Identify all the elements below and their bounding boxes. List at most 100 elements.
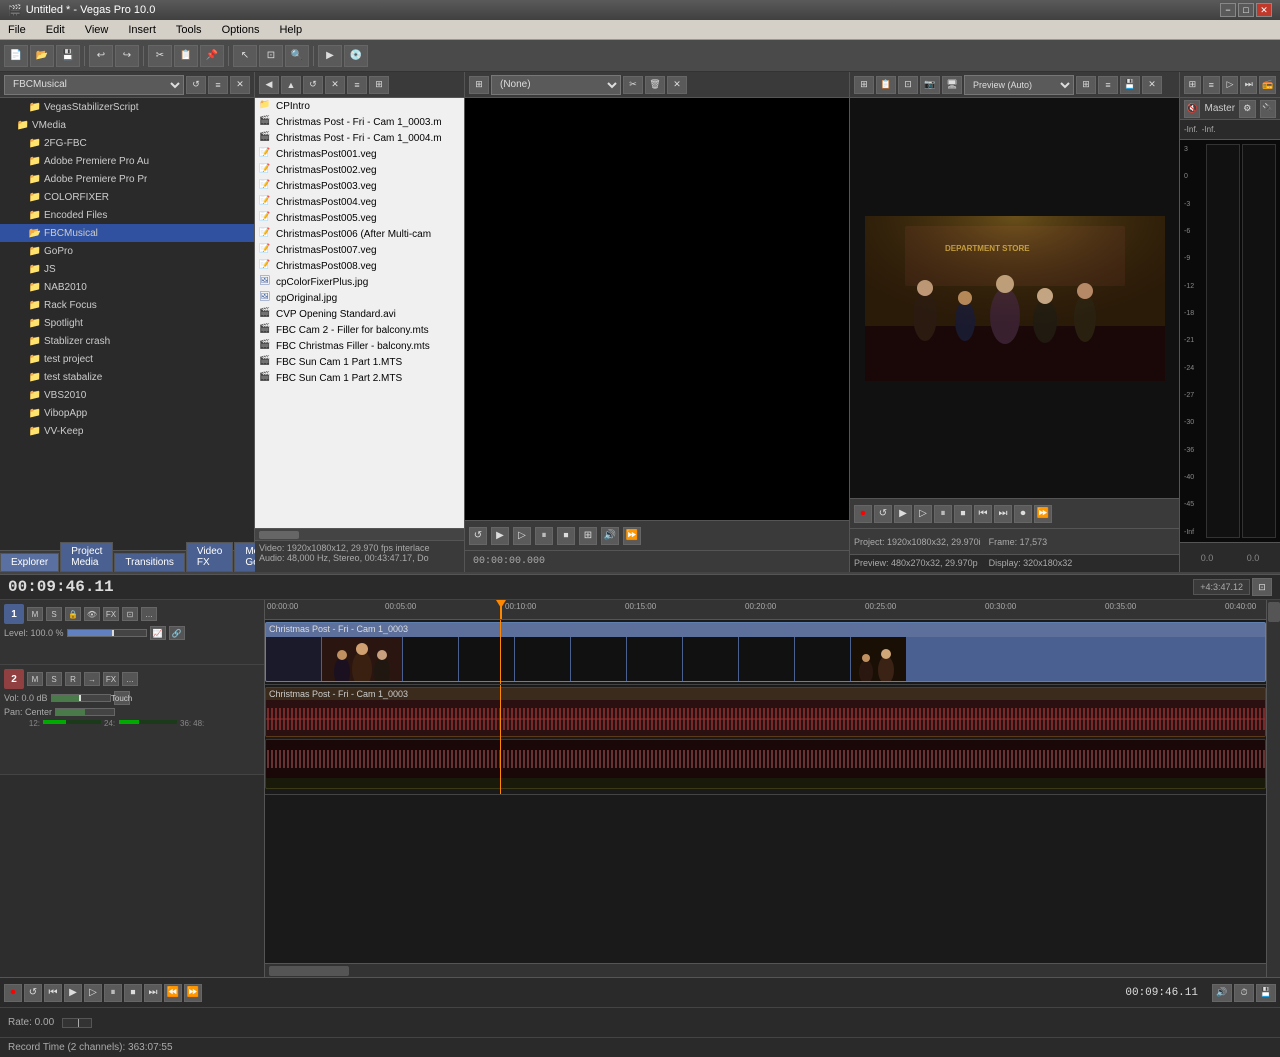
track2-pan-slider[interactable] [55,708,115,716]
explorer-dropdown[interactable]: FBCMusical [4,75,184,95]
tree-item-testproject[interactable]: 📁 test project [0,350,254,368]
toolbar-paste[interactable]: 📌 [200,45,224,67]
transport-play2-btn[interactable]: ▷ [84,984,102,1002]
file-item-cpintro[interactable]: 📁 CPIntro [255,98,464,114]
prev2-play2-btn[interactable]: ▷ [914,505,932,523]
prev1-play2-btn[interactable]: ▷ [513,527,531,545]
file-scrollbar-h[interactable] [255,528,464,540]
rate-slider[interactable] [62,1018,92,1028]
tab-explorer[interactable]: Explorer [0,553,59,572]
track2-fx[interactable]: FX [103,672,119,686]
prev2-stop-btn[interactable]: ⏹ [954,505,972,523]
track1-hide[interactable]: 👁 [84,607,100,621]
toolbar-zoom[interactable]: 🔍 [285,45,309,67]
vu-btn1[interactable]: ⊞ [1184,76,1201,94]
preview2-monitor-btn[interactable]: 🖥 [942,76,962,94]
file-item-cam3[interactable]: 🎬 Christmas Post - Fri - Cam 1_0003.m [255,114,464,130]
toolbar-undo[interactable]: ↩ [89,45,113,67]
preview2-copy-btn[interactable]: 📋 [876,76,896,94]
tree-item-vmedia[interactable]: 📁 VMedia [0,116,254,134]
file-item-veg8[interactable]: 📝 ChristmasPost008.veg [255,258,464,274]
file-item-mts1[interactable]: 🎬 FBC Cam 2 - Filler for balcony.mts [255,322,464,338]
file-view-btn[interactable]: ⊞ [369,76,389,94]
timeline-expand-btn[interactable]: ⊡ [1252,578,1272,596]
menu-edit[interactable]: Edit [42,22,69,38]
tab-transitions[interactable]: Transitions [114,553,185,572]
file-item-veg3[interactable]: 📝 ChristmasPost003.veg [255,178,464,194]
transport-next-btn[interactable]: ⏭ [144,984,162,1002]
track1-mute[interactable]: M [27,607,43,621]
track1-solo[interactable]: S [46,607,62,621]
file-close-btn[interactable]: ✕ [325,76,345,94]
preview2-snap-btn[interactable]: ⊞ [854,76,874,94]
toolbar-burn[interactable]: 💿 [344,45,368,67]
minimize-button[interactable]: − [1220,3,1236,17]
preview2-cam-btn[interactable]: 📷 [920,76,940,94]
tree-item-teststab[interactable]: 📁 test stabalize [0,368,254,386]
prev2-prev-btn[interactable]: ⏮ [974,505,992,523]
transport-speaker-btn[interactable]: 🔊 [1212,984,1232,1002]
vu-btn4[interactable]: ⏭ [1240,76,1257,94]
track2-solo[interactable]: S [46,672,62,686]
file-item-mts3[interactable]: 🎬 FBC Sun Cam 1 Part 1.MTS [255,354,464,370]
tree-item-2fg[interactable]: 📁 2FG-FBC [0,134,254,152]
track2-input[interactable]: → [84,672,100,686]
file-item-avi[interactable]: 🎬 CVP Opening Standard.avi [255,306,464,322]
toolbar-new[interactable]: 📄 [4,45,28,67]
tree-item-stablizer[interactable]: 📁 Stablizer crash [0,332,254,350]
prev1-pause-btn[interactable]: ⏸ [535,527,553,545]
timeline-scrollbar-h[interactable] [265,963,1266,977]
tree-item-vegasstab[interactable]: 📁 VegasStabilizerScript [0,98,254,116]
menu-tools[interactable]: Tools [172,22,206,38]
prev2-pause-btn[interactable]: ⏸ [934,505,952,523]
track1-env-btn[interactable]: 📈 [150,626,166,640]
prev1-grid-btn[interactable]: ⊞ [579,527,597,545]
preview1-btn2[interactable]: ✂ [623,76,643,94]
transport-pause-btn[interactable]: ⏸ [104,984,122,1002]
transport-prev-btn[interactable]: ⏮ [44,984,62,1002]
tree-item-rackfocus[interactable]: 📁 Rack Focus [0,296,254,314]
preview1-btn3[interactable]: 🗑 [645,76,665,94]
menu-view[interactable]: View [81,22,113,38]
tree-item-vibop[interactable]: 📁 VibopApp [0,404,254,422]
preview1-btn1[interactable]: ⊞ [469,76,489,94]
prev2-jog-btn[interactable]: ⏺ [1014,505,1032,523]
prev2-ff-btn[interactable]: ⏩ [1034,505,1052,523]
preview2-ext-btn[interactable]: ⊡ [898,76,918,94]
prev2-next-btn[interactable]: ⏭ [994,505,1012,523]
file-back-btn[interactable]: ◀ [259,76,279,94]
prev1-ff-btn[interactable]: ⏩ [623,527,641,545]
file-sort-btn[interactable]: ≡ [347,76,367,94]
file-refresh-btn[interactable]: ↺ [303,76,323,94]
audio-clip-2[interactable] [265,739,1266,789]
file-item-veg5[interactable]: 📝 ChristmasPost005.veg [255,210,464,226]
tree-item-encoded[interactable]: 📁 Encoded Files [0,206,254,224]
preview2-opt-btn[interactable]: ≡ [1098,76,1118,94]
vu-btn3[interactable]: ▷ [1222,76,1239,94]
audio-clip-1[interactable]: Christmas Post - Fri - Cam 1_0003 [265,687,1266,737]
file-up-btn[interactable]: ▲ [281,76,301,94]
close-button[interactable]: ✕ [1256,3,1272,17]
tree-item-vvkeep[interactable]: 📁 VV-Keep [0,422,254,440]
menu-file[interactable]: File [4,22,30,38]
tree-item-nab[interactable]: 📁 NAB2010 [0,278,254,296]
track1-link-btn[interactable]: 🔗 [169,626,185,640]
track2-touch-btn[interactable]: Touch [114,691,130,705]
transport-play-btn[interactable]: ▶ [64,984,82,1002]
track2-vol-slider[interactable] [51,694,111,702]
preview1-btn4[interactable]: ✕ [667,76,687,94]
transport-record-btn[interactable]: ⏺ [4,984,22,1002]
vu-btn5[interactable]: 📻 [1259,76,1276,94]
tree-item-fbcmusical[interactable]: 📂 FBCMusical [0,224,254,242]
tree-item-premiere1[interactable]: 📁 Adobe Premiere Pro Au [0,152,254,170]
vu-plug-btn[interactable]: 🔌 [1260,100,1276,118]
menu-help[interactable]: Help [275,22,306,38]
toolbar-select[interactable]: ⊡ [259,45,283,67]
track1-lock[interactable]: 🔒 [65,607,81,621]
prev1-play-btn[interactable]: ▶ [491,527,509,545]
playhead[interactable] [500,600,502,619]
vu-gear-btn[interactable]: ⚙ [1239,100,1255,118]
file-item-jpg2[interactable]: 🖼 cpOriginal.jpg [255,290,464,306]
prev2-loop-btn[interactable]: ↺ [874,505,892,523]
file-item-veg6[interactable]: 📝 ChristmasPost006 (After Multi-cam [255,226,464,242]
